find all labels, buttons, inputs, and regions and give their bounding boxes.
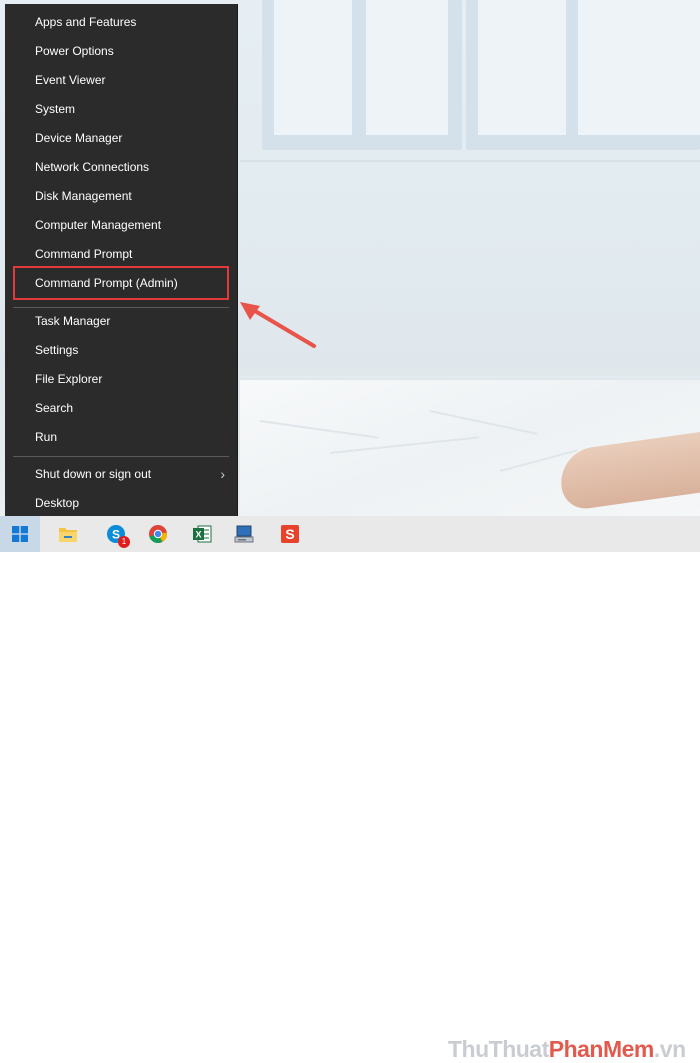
file-explorer-icon xyxy=(59,528,77,542)
notification-badge: 1 xyxy=(118,536,130,548)
menu-item-label: Event Viewer xyxy=(35,73,106,87)
annotation-arrow xyxy=(240,302,316,348)
menu-item-label: Computer Management xyxy=(35,218,162,232)
menu-item-label: Task Manager xyxy=(35,314,111,328)
menu-item-label: File Explorer xyxy=(35,372,103,386)
menu-item-run[interactable]: Run xyxy=(5,423,237,452)
menu-item-label: Apps and Features xyxy=(35,15,137,29)
wallpaper-window-right xyxy=(466,0,700,150)
computer-icon xyxy=(234,525,254,543)
menu-item-label: Shut down or sign out xyxy=(35,467,152,481)
menu-item-computer-management[interactable]: Computer Management xyxy=(5,211,237,240)
menu-item-label: Run xyxy=(35,430,58,444)
menu-item-label: Network Connections xyxy=(35,160,150,174)
menu-item-label: Desktop xyxy=(35,496,80,510)
slides-icon: S xyxy=(281,525,299,543)
menu-item-desktop[interactable]: Desktop xyxy=(5,489,237,518)
watermark: ThuThuatPhanMem.vn xyxy=(448,1036,686,1062)
menu-item-label: Power Options xyxy=(35,44,114,58)
excel-taskbar-button[interactable]: X xyxy=(182,516,222,552)
menu-item-device-manager[interactable]: Device Manager xyxy=(5,124,237,153)
menu-item-apps-and-features[interactable]: Apps and Features xyxy=(5,8,237,37)
excel-icon: X xyxy=(193,525,212,543)
menu-item-label: Disk Management xyxy=(35,189,132,203)
menu-item-system[interactable]: System xyxy=(5,95,237,124)
menu-item-label: System xyxy=(35,102,76,116)
wallpaper-window-left xyxy=(262,0,462,150)
computer-taskbar-button[interactable] xyxy=(224,516,264,552)
menu-item-search[interactable]: Search xyxy=(5,394,237,423)
power-user-menu: Apps and Features Power Options Event Vi… xyxy=(5,4,237,516)
windows-start-icon xyxy=(12,526,28,542)
menu-divider xyxy=(13,456,229,457)
chrome-icon xyxy=(149,525,168,543)
menu-item-label: Command Prompt xyxy=(35,247,133,261)
menu-item-power-options[interactable]: Power Options xyxy=(5,37,237,66)
menu-item-settings[interactable]: Settings xyxy=(5,336,237,365)
skype-taskbar-button[interactable]: S 1 xyxy=(96,516,136,552)
svg-text:S: S xyxy=(285,526,294,542)
menu-item-event-viewer[interactable]: Event Viewer xyxy=(5,66,237,95)
menu-item-task-manager[interactable]: Task Manager xyxy=(5,307,237,336)
taskbar: S 1 X S ThuThuatPhanMem.vn xyxy=(0,516,700,1062)
svg-text:X: X xyxy=(195,530,201,540)
file-explorer-taskbar-button[interactable] xyxy=(48,516,88,552)
slides-taskbar-button[interactable]: S xyxy=(270,516,310,552)
menu-item-label: Device Manager xyxy=(35,131,123,145)
menu-item-file-explorer[interactable]: File Explorer xyxy=(5,365,237,394)
menu-item-shut-down-or-sign-out[interactable]: Shut down or sign out › xyxy=(5,460,237,489)
chrome-taskbar-button[interactable] xyxy=(138,516,178,552)
highlight-box xyxy=(13,266,229,300)
start-button[interactable] xyxy=(0,516,40,552)
menu-item-label: Search xyxy=(35,401,74,415)
menu-item-command-prompt[interactable]: Command Prompt xyxy=(5,240,237,269)
menu-item-network-connections[interactable]: Network Connections xyxy=(5,153,237,182)
chevron-right-icon: › xyxy=(220,466,225,482)
menu-item-disk-management[interactable]: Disk Management xyxy=(5,182,237,211)
menu-item-label: Settings xyxy=(35,343,79,357)
